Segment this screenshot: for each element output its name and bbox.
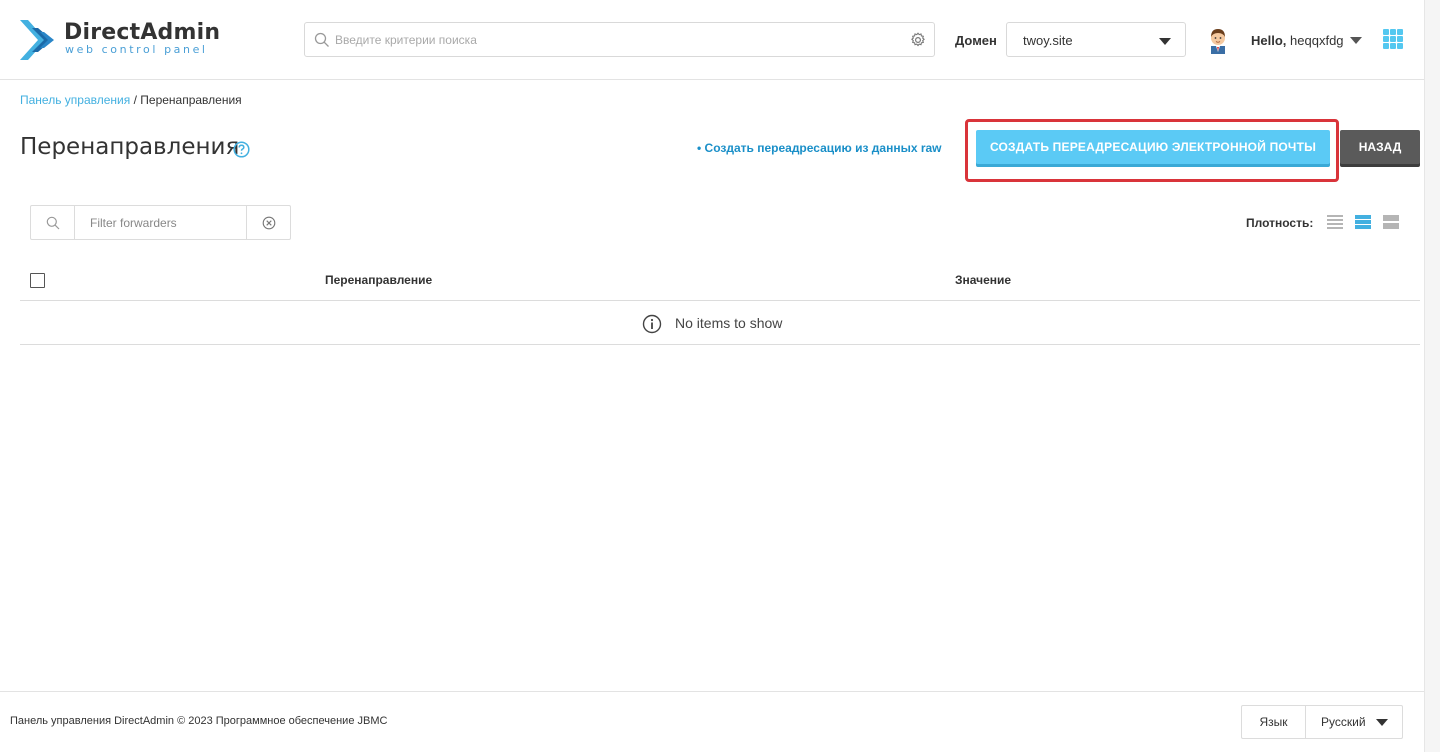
global-search[interactable]	[304, 22, 935, 57]
language-selector[interactable]: Язык Русский	[1241, 705, 1403, 739]
domain-label: Домен	[955, 33, 997, 48]
empty-state-text: No items to show	[675, 315, 783, 331]
chevron-down-icon	[1159, 38, 1171, 45]
user-menu-chevron-icon[interactable]	[1350, 37, 1362, 44]
breadcrumb: Панель управления / Перенаправления	[20, 93, 242, 107]
filter-search-button[interactable]	[31, 206, 75, 239]
breadcrumb-separator: /	[130, 93, 141, 107]
breadcrumb-root-link[interactable]: Панель управления	[20, 93, 130, 107]
select-all-checkbox[interactable]	[30, 273, 45, 288]
breadcrumb-current: Перенаправления	[140, 93, 242, 107]
empty-state-row: No items to show	[20, 301, 1420, 345]
search-icon	[314, 32, 329, 47]
logo-chevron-icon	[20, 20, 54, 60]
search-input[interactable]	[335, 23, 895, 56]
create-email-forwarder-button[interactable]: СОЗДАТЬ ПЕРЕАДРЕСАЦИЮ ЭЛЕКТРОННОЙ ПОЧТЫ	[976, 130, 1330, 164]
footer: Панель управления DirectAdmin © 2023 Про…	[0, 691, 1424, 752]
forwarders-table: Перенаправление Значение No items to sho…	[20, 258, 1420, 345]
filter-clear-button[interactable]	[246, 206, 290, 239]
create-from-raw-link[interactable]: • Создать переадресацию из данных raw	[697, 141, 942, 155]
username: heqqxfdg	[1290, 33, 1344, 48]
density-medium-icon[interactable]	[1355, 214, 1371, 230]
help-icon[interactable]	[233, 141, 250, 158]
density-label: Плотность:	[1246, 216, 1314, 230]
search-icon	[46, 216, 60, 230]
clear-icon	[262, 216, 276, 230]
info-icon	[642, 314, 662, 334]
filter-input[interactable]	[76, 206, 246, 239]
user-greeting[interactable]: Hello, heqqxfdg	[1251, 33, 1344, 48]
domain-value: twoy.site	[1023, 33, 1073, 48]
page-title: Перенаправления	[20, 134, 240, 160]
logo-title: DirectAdmin	[64, 20, 221, 45]
chevron-down-icon	[1376, 719, 1388, 726]
column-header-value[interactable]: Значение	[955, 273, 1011, 287]
table-header: Перенаправление Значение	[20, 258, 1420, 301]
language-label: Язык	[1242, 706, 1306, 738]
column-header-forwarder[interactable]: Перенаправление	[325, 273, 432, 287]
top-header: DirectAdmin web control panel Домен twoy…	[0, 0, 1424, 80]
logo-subtitle: web control panel	[65, 43, 208, 56]
density-compact-icon[interactable]	[1327, 214, 1343, 230]
apps-grid-icon[interactable]	[1383, 29, 1403, 49]
back-button[interactable]: НАЗАД	[1340, 130, 1420, 164]
vertical-scrollbar[interactable]	[1424, 0, 1440, 752]
domain-select[interactable]: twoy.site	[1006, 22, 1186, 57]
density-comfortable-icon[interactable]	[1383, 214, 1399, 230]
directadmin-logo[interactable]: DirectAdmin web control panel	[18, 18, 221, 62]
language-value: Русский	[1321, 715, 1366, 729]
hello-prefix: Hello,	[1251, 33, 1287, 48]
avatar[interactable]	[1204, 26, 1232, 54]
copyright-text: Панель управления DirectAdmin © 2023 Про…	[10, 715, 388, 727]
filter-forwarders	[30, 205, 291, 240]
gear-icon[interactable]	[910, 32, 926, 48]
